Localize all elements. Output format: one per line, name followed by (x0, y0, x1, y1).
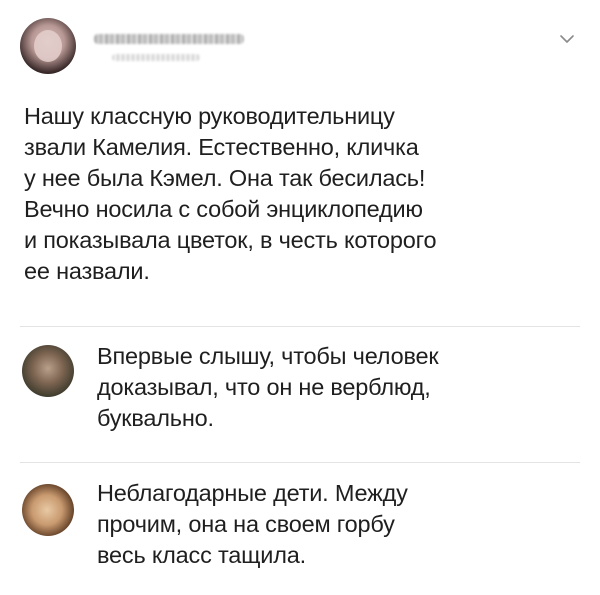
reply-text-line: весь класс тащила. (97, 542, 306, 568)
post-header (20, 18, 580, 80)
post-text-line: и показывала цветок, в честь которого (24, 227, 437, 253)
reply-text: Неблагодарные дети. Между прочим, она на… (97, 478, 567, 571)
post-text-line: Вечно носила с собой энциклопедию (24, 196, 423, 222)
divider (20, 462, 580, 463)
divider (20, 326, 580, 327)
post-text-line: звали Камелия. Естественно, кличка (24, 134, 419, 160)
reply-text-line: прочим, она на своем горбу (97, 511, 395, 537)
author-handle-blurred (112, 54, 200, 61)
reply-text-line: доказывал, что он не верблюд, (97, 374, 431, 400)
reply-text-line: буквально. (97, 405, 214, 431)
post-text: Нашу классную руководительницу звали Кам… (24, 101, 569, 287)
reply-avatar[interactable] (22, 484, 74, 536)
post-text-line: у нее была Кэмел. Она так бесилась! (24, 165, 426, 191)
reply-avatar[interactable] (22, 345, 74, 397)
author-avatar[interactable] (20, 18, 76, 74)
post-text-line: Нашу классную руководительницу (24, 103, 395, 129)
reply-text-line: Впервые слышу, чтобы человек (97, 343, 439, 369)
author-name-blurred[interactable] (94, 34, 244, 44)
chevron-down-icon[interactable] (556, 28, 578, 50)
reply-text-line: Неблагодарные дети. Между (97, 480, 408, 506)
reply-text: Впервые слышу, чтобы человек доказывал, … (97, 341, 567, 434)
avatar-face (34, 30, 62, 62)
post-text-line: ее назвали. (24, 258, 150, 284)
